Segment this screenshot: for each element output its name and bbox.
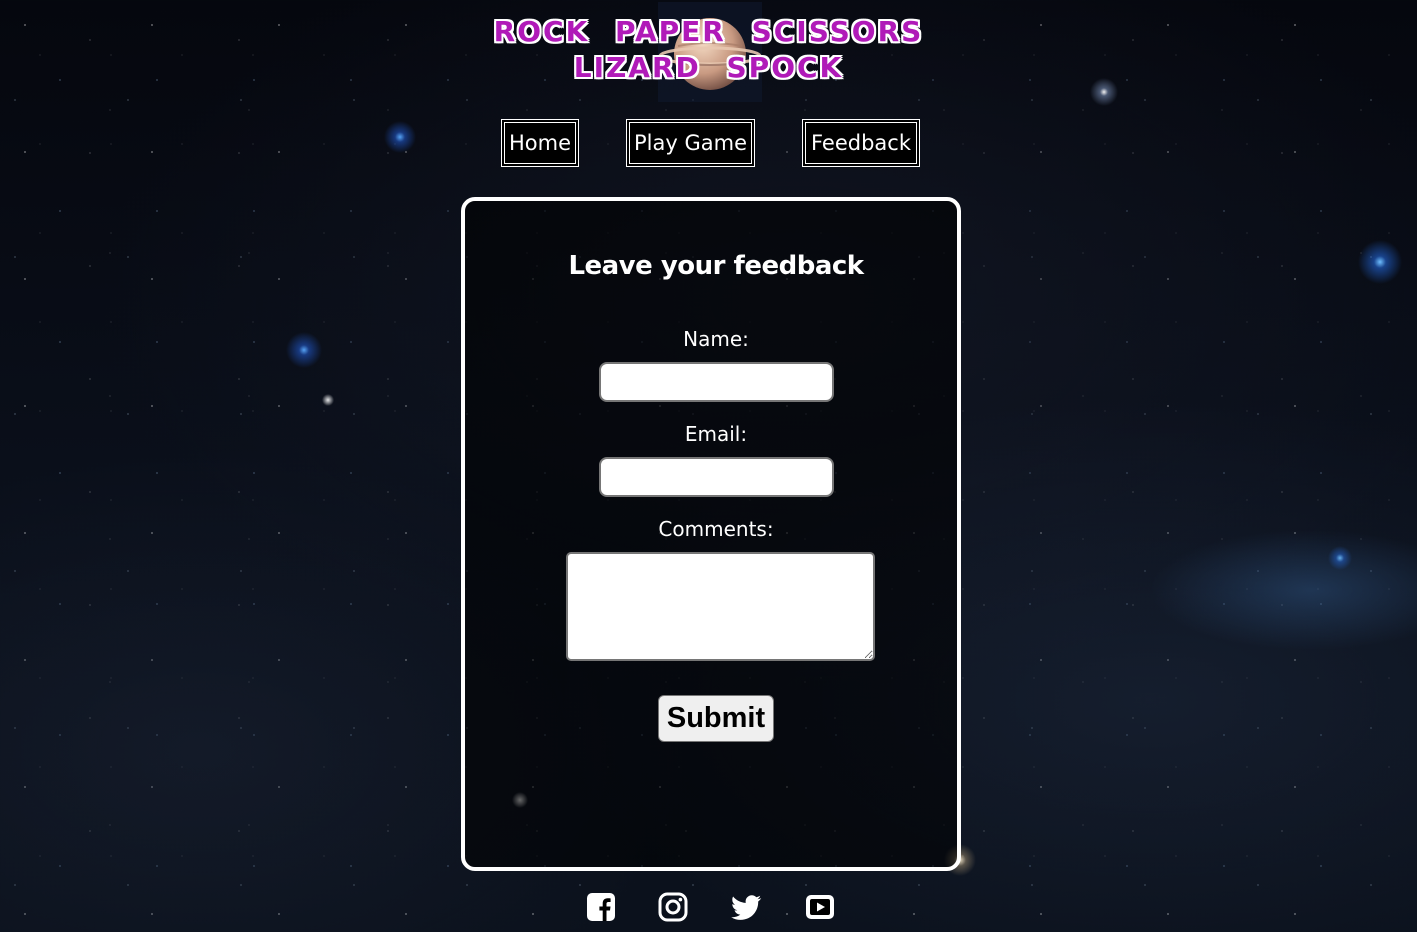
youtube-icon[interactable] (804, 891, 836, 923)
nav-play-game-button[interactable]: Play Game (626, 119, 755, 167)
comments-textarea[interactable] (566, 552, 875, 661)
nav-home-button[interactable]: Home (501, 119, 579, 167)
feedback-form-title: Leave your feedback (568, 251, 864, 281)
site-title-line-2: LIZARD SPOCK (573, 51, 844, 84)
site-title: ROCK PAPER SCISSORS LIZARD SPOCK (0, 14, 1417, 86)
name-input[interactable] (599, 362, 834, 402)
site-header: ROCK PAPER SCISSORS LIZARD SPOCK (0, 0, 1417, 110)
facebook-icon[interactable] (585, 891, 617, 923)
email-input[interactable] (599, 457, 834, 497)
name-label: Name: (683, 327, 749, 351)
nav-feedback-button[interactable]: Feedback (802, 119, 920, 167)
submit-button[interactable]: Submit (658, 695, 774, 742)
email-label: Email: (684, 422, 748, 446)
site-title-line-1: ROCK PAPER SCISSORS (493, 15, 924, 48)
comments-label: Comments: (658, 517, 774, 541)
instagram-icon[interactable] (657, 891, 689, 923)
twitter-icon[interactable] (730, 891, 762, 923)
